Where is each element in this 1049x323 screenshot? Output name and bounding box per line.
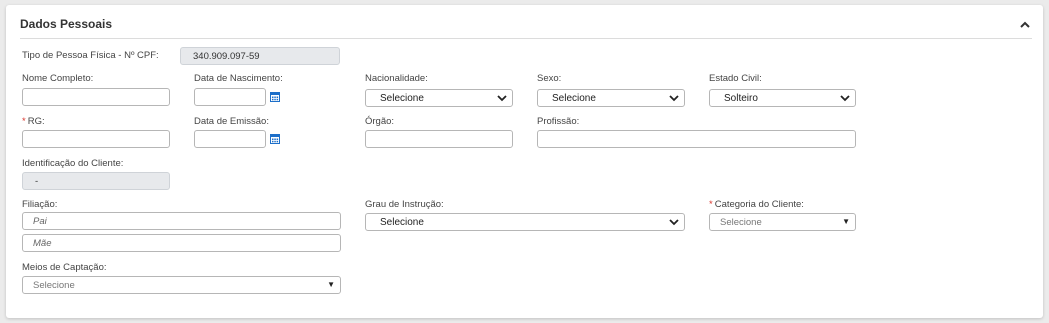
nacionalidade-label: Nacionalidade: — [365, 73, 428, 84]
nascimento-label: Data de Nascimento: — [194, 73, 283, 84]
rg-label-text: RG: — [27, 116, 45, 127]
filiacao-label: Filiação: — [22, 199, 58, 210]
meios-select[interactable]: Selecione ▼ — [22, 276, 341, 294]
grau-value: Selecione — [380, 217, 424, 228]
profissao-input[interactable] — [537, 130, 856, 148]
cpf-label: Tipo de Pessoa Física - Nº CPF: — [22, 50, 159, 61]
chevron-down-icon — [669, 219, 679, 226]
rg-input[interactable] — [22, 130, 170, 148]
categoria-label-text: Categoria do Cliente: — [714, 199, 804, 210]
nome-input[interactable] — [22, 88, 170, 106]
identificacao-field: - — [22, 172, 170, 190]
categoria-select[interactable]: Selecione ▼ — [709, 213, 856, 231]
rg-label: * RG: — [22, 116, 45, 127]
categoria-label: * Categoria do Cliente: — [709, 199, 804, 210]
required-mark: * — [22, 116, 26, 127]
nacionalidade-value: Selecione — [380, 93, 424, 104]
grau-label: Grau de Instrução: — [365, 199, 444, 210]
cpf-field: 340.909.097-59 — [180, 47, 340, 65]
sexo-label: Sexo: — [537, 73, 562, 84]
chevron-up-icon[interactable] — [1018, 18, 1032, 32]
required-mark: * — [709, 199, 713, 210]
meios-value: Selecione — [33, 280, 75, 291]
emissao-label: Data de Emissão: — [194, 116, 269, 127]
estado-civil-label: Estado Civil: — [709, 73, 762, 84]
sexo-value: Selecione — [552, 93, 596, 104]
caret-down-icon: ▼ — [842, 217, 850, 226]
identificacao-label: Identificação do Cliente: — [22, 158, 124, 169]
nascimento-input[interactable] — [194, 88, 266, 106]
nacionalidade-select[interactable]: Selecione — [365, 89, 513, 107]
orgao-label: Órgão: — [365, 116, 395, 127]
section-title: Dados Pessoais — [20, 17, 113, 31]
dados-pessoais-panel: Dados Pessoais Tipo de Pessoa Física - N… — [6, 5, 1043, 318]
orgao-input[interactable] — [365, 130, 513, 148]
sexo-select[interactable]: Selecione — [537, 89, 685, 107]
calendar-icon[interactable] — [270, 91, 280, 102]
emissao-input[interactable] — [194, 130, 266, 148]
estado-civil-select[interactable]: Solteiro — [709, 89, 856, 107]
calendar-icon[interactable] — [270, 133, 280, 144]
categoria-value: Selecione — [720, 217, 762, 228]
mae-input[interactable]: Mãe — [22, 234, 341, 252]
pai-input[interactable]: Pai — [22, 212, 341, 230]
caret-down-icon: ▼ — [327, 280, 335, 289]
nome-label: Nome Completo: — [22, 73, 94, 84]
profissao-label: Profissão: — [537, 116, 580, 127]
chevron-down-icon — [840, 95, 850, 102]
estado-civil-value: Solteiro — [724, 93, 758, 104]
meios-label: Meios de Captação: — [22, 262, 107, 273]
divider — [20, 38, 1032, 39]
grau-select[interactable]: Selecione — [365, 213, 685, 231]
chevron-down-icon — [669, 95, 679, 102]
chevron-down-icon — [497, 95, 507, 102]
